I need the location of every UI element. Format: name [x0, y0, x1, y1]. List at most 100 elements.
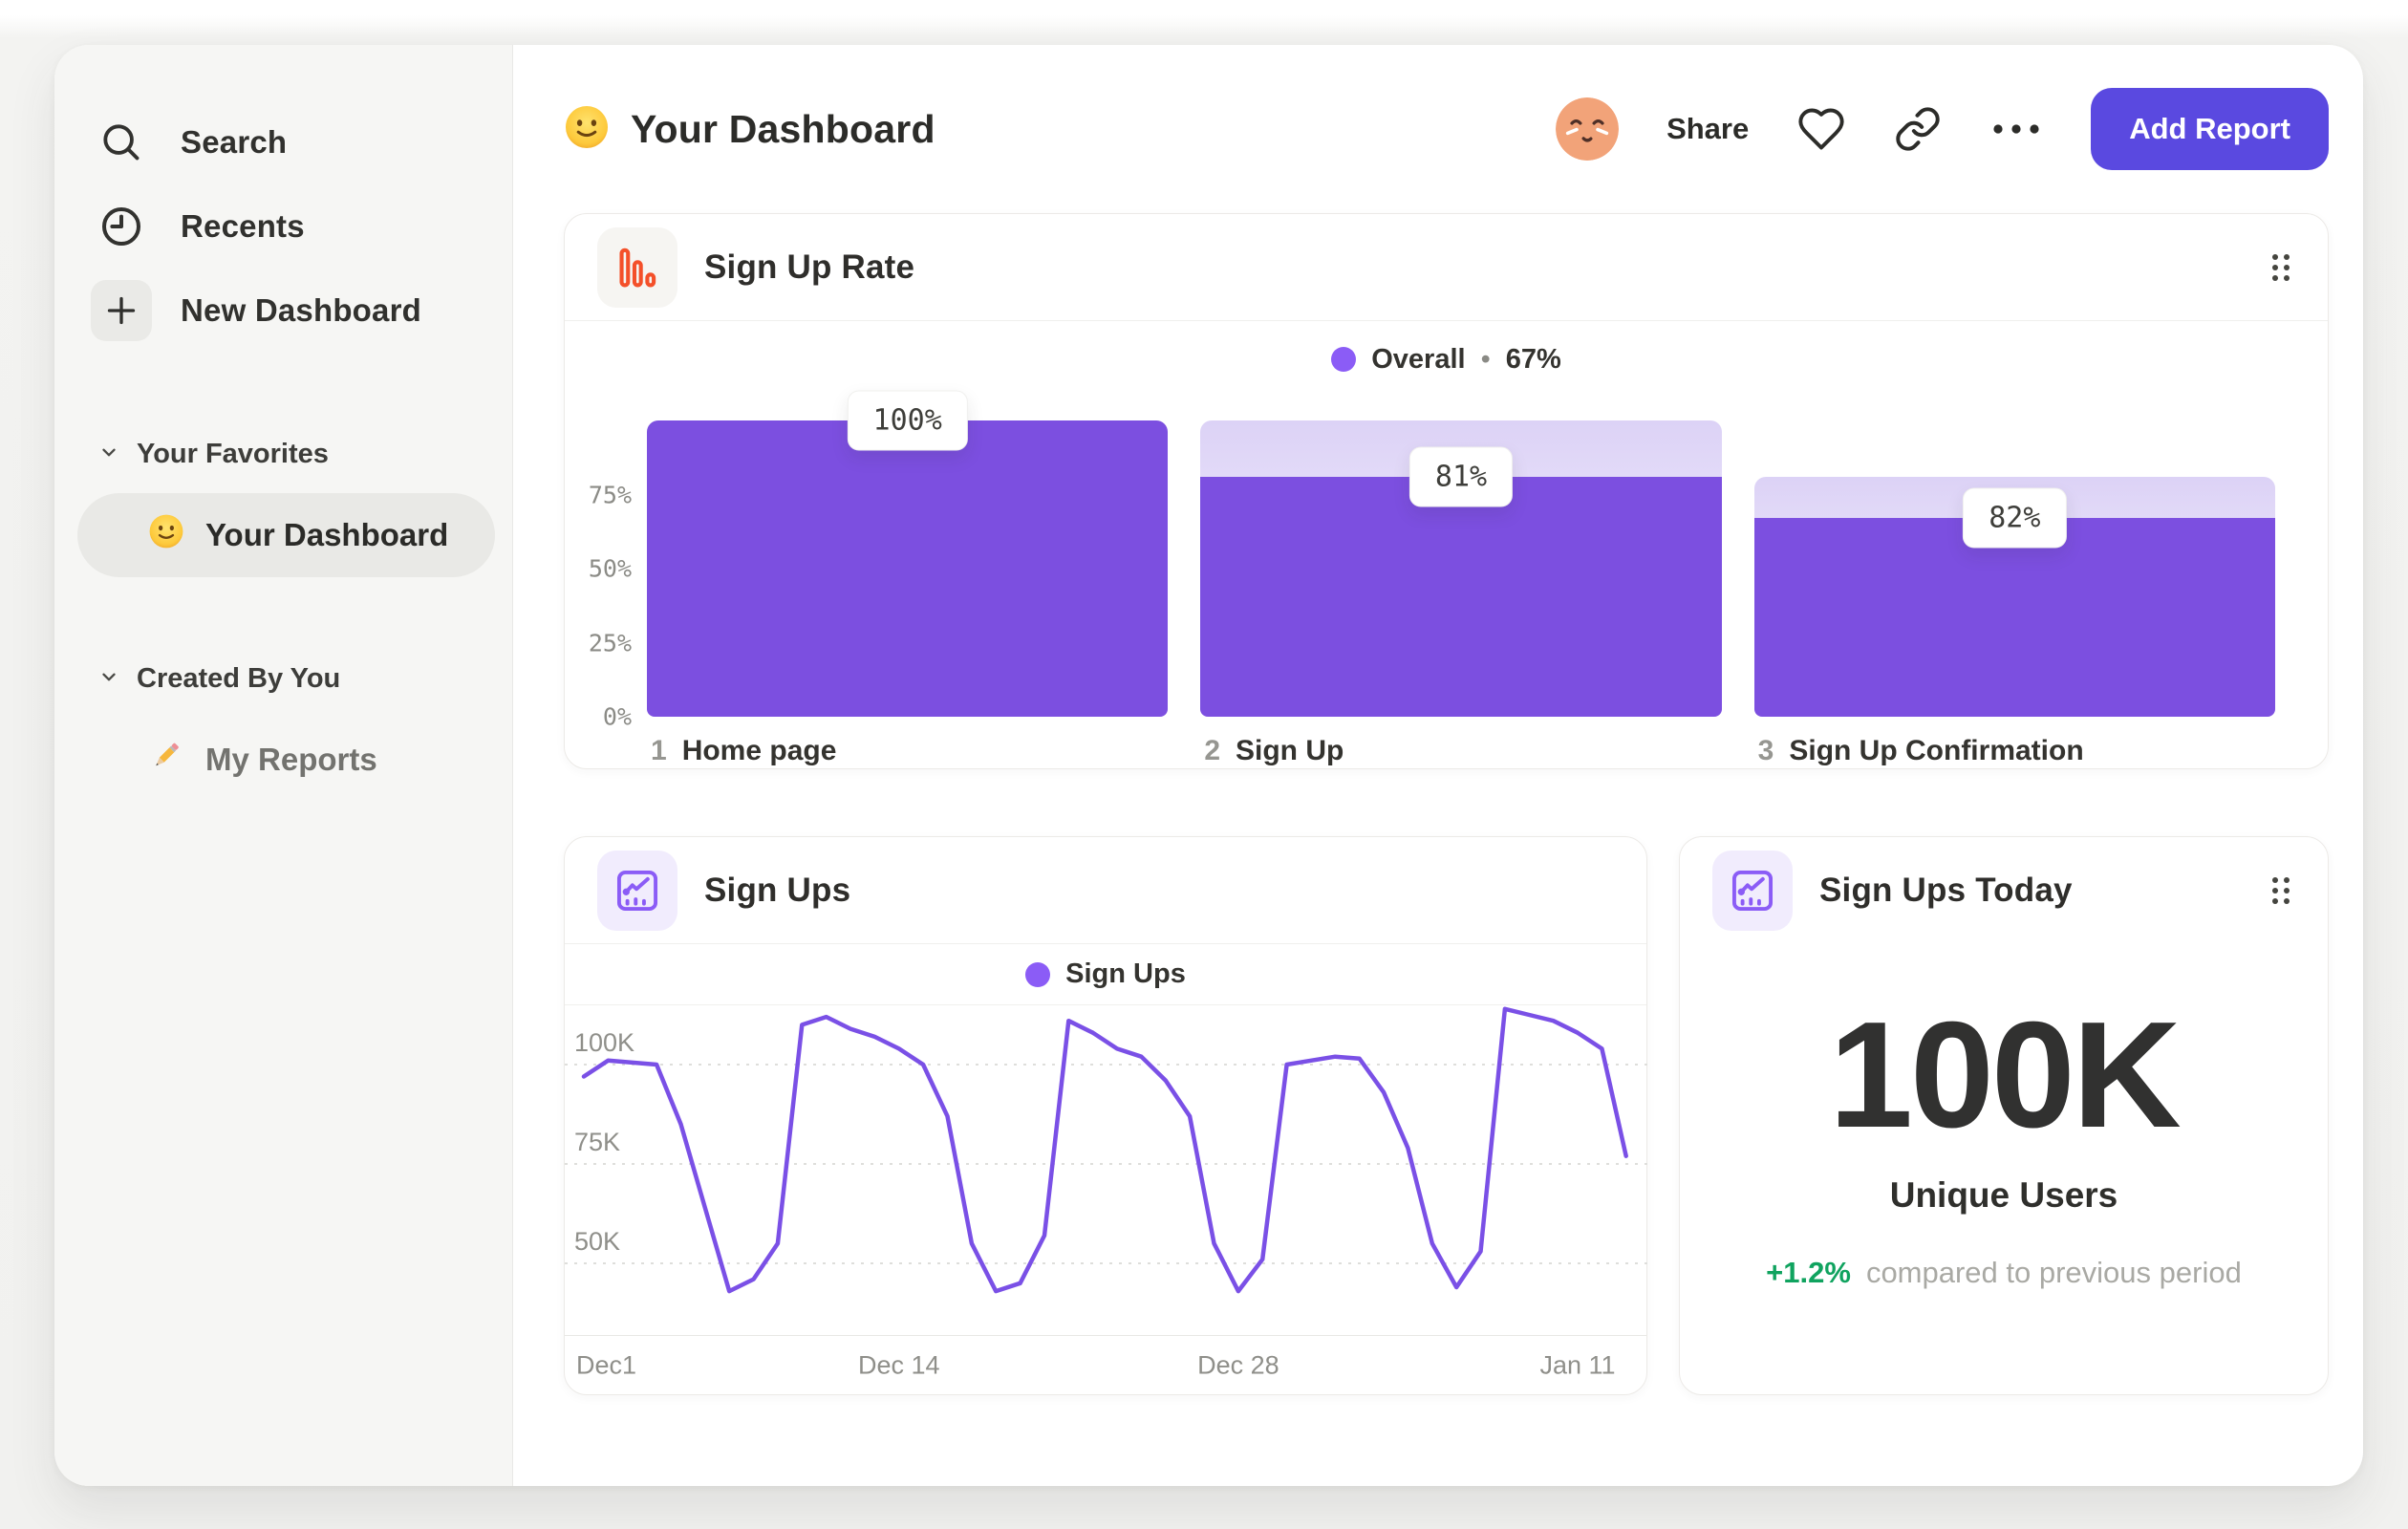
card-title: Sign Up Rate	[704, 248, 915, 286]
created-section-header[interactable]: Created By You	[91, 663, 489, 695]
y-tick: 75%	[588, 481, 632, 508]
sidebar-item-recents[interactable]: Recents	[91, 184, 489, 269]
smiley-emoji	[148, 513, 184, 557]
dashboard-header: Your Dashboard Share Add Report	[514, 45, 2363, 213]
card-title: Sign Ups Today	[1819, 872, 2073, 909]
funnel-y-axis: 75% 50% 25% 0%	[572, 420, 647, 731]
sign-ups-line-chart[interactable]: 100K 75K 50K	[565, 1005, 1648, 1335]
title-group: Your Dashboard	[564, 104, 935, 155]
funnel-step-label: 3 Sign Up Confirmation	[1754, 717, 2275, 786]
x-tick-label: Jan 11	[1539, 1350, 1616, 1379]
step-name: Home page	[681, 735, 837, 766]
card-header: Sign Ups Today	[1680, 837, 2328, 944]
card-header: Sign Ups	[565, 837, 1646, 944]
favorite-heart-icon[interactable]	[1796, 104, 1846, 154]
main-area: Your Dashboard Share Add Report Sign Up …	[514, 45, 2363, 1486]
pencil-emoji	[148, 738, 184, 782]
step-number: 2	[1204, 735, 1221, 766]
clock-icon	[91, 196, 152, 257]
line-x-axis: Dec1 Dec 14 Dec 28 Jan 11	[565, 1335, 1646, 1394]
x-tick-label: Dec1	[576, 1350, 637, 1379]
sidebar-item-label: Search	[181, 124, 288, 160]
share-button[interactable]: Share	[1666, 112, 1749, 146]
legend-separator: •	[1480, 343, 1491, 375]
created-by-you-section: Created By You My Reports	[91, 663, 489, 802]
sign-up-rate-card: Sign Up Rate Overall • 67% 75% 50% 25% 0…	[564, 213, 2329, 769]
funnel-step-sign-up: 81% 2 Sign Up	[1200, 390, 1722, 786]
chevron-down-icon	[98, 441, 119, 467]
funnel-bar[interactable]: 81%	[1200, 420, 1722, 717]
sidebar-item-label: Recents	[181, 208, 305, 244]
funnel-bar-converted	[1200, 476, 1722, 717]
drag-handle-icon[interactable]	[2267, 872, 2295, 910]
chevron-down-icon	[98, 666, 119, 692]
funnel-chart-icon	[597, 226, 677, 308]
y-tick-label: 75K	[574, 1128, 621, 1156]
sign-ups-card: Sign Ups Sign Ups 100K 75K 50K Dec1 Dec 14 D…	[564, 836, 1648, 1395]
metric-delta: +1.2%	[1766, 1256, 1851, 1289]
y-tick: 0%	[602, 702, 632, 731]
funnel-chart: 75% 50% 25% 0% 100% 1 Home page 81% 2 Si…	[565, 390, 2328, 786]
more-options-icon[interactable]	[1989, 117, 2043, 141]
funnel-step-label: 1 Home page	[647, 717, 1168, 786]
x-tick-label: Dec 14	[857, 1350, 940, 1379]
plus-icon	[91, 280, 152, 341]
smiley-emoji	[564, 104, 610, 155]
step-name: Sign Up	[1236, 735, 1344, 766]
add-report-button[interactable]: Add Report	[2091, 88, 2329, 170]
funnel-value-label: 81%	[1408, 446, 1514, 507]
sidebar-item-your-dashboard[interactable]: Your Dashboard	[77, 493, 495, 577]
card-title: Sign Ups	[704, 871, 851, 909]
funnel-value-label: 100%	[847, 390, 968, 451]
lower-cards-row: Sign Ups Sign Ups 100K 75K 50K Dec1 Dec 14 D…	[564, 836, 2329, 1395]
y-tick: 50%	[588, 554, 632, 583]
metric-label: Unique Users	[1889, 1175, 2118, 1215]
funnel-bar[interactable]: 82%	[1753, 420, 2275, 717]
line-chart-icon	[597, 850, 677, 931]
line-chart-icon	[1712, 851, 1793, 931]
step-number: 3	[1757, 735, 1774, 766]
card-header: Sign Up Rate	[565, 214, 2328, 321]
signups-series-line	[581, 1006, 1628, 1294]
funnel-step-sign-up-confirmation: 82% 3 Sign Up Confirmation	[1753, 390, 2275, 786]
drag-handle-icon[interactable]	[2267, 248, 2295, 287]
sidebar-item-new-dashboard[interactable]: New Dashboard	[91, 269, 489, 353]
header-actions: Share Add Report	[1556, 88, 2329, 170]
sidebar: Search Recents New Dashboard Your Favori…	[54, 45, 513, 1486]
y-tick-label: 50K	[574, 1227, 621, 1256]
legend-value: 67%	[1505, 343, 1561, 375]
favorites-section-header[interactable]: Your Favorites	[91, 439, 489, 470]
funnel-bar[interactable]: 100%	[647, 390, 1169, 717]
sidebar-item-my-reports[interactable]: My Reports	[77, 718, 495, 802]
funnel-columns: 100% 1 Home page 81% 2 Sign Up 82% 3 Sig…	[647, 390, 2275, 786]
dashboard-content: Sign Up Rate Overall • 67% 75% 50% 25% 0…	[514, 213, 2363, 1395]
legend-label: Overall	[1371, 343, 1466, 375]
sign-ups-today-card: Sign Ups Today 100K Unique Users +1.2% c…	[1679, 836, 2329, 1395]
sidebar-item-label: New Dashboard	[181, 292, 421, 328]
sidebar-item-label: My Reports	[205, 742, 377, 777]
step-number: 1	[651, 735, 667, 766]
favorites-section: Your Favorites Your Dashboard	[77, 439, 495, 577]
funnel-step-label: 2 Sign Up	[1200, 717, 1721, 786]
y-tick: 25%	[588, 629, 632, 657]
legend-dot	[1331, 347, 1357, 372]
section-title: Created By You	[137, 663, 341, 694]
metric-delta-note: compared to previous period	[1865, 1256, 2242, 1289]
metric-body: 100K Unique Users +1.2% compared to prev…	[1680, 944, 2328, 1394]
section-title: Your Favorites	[137, 439, 329, 469]
metric-value: 100K	[1829, 991, 2182, 1159]
app-window: Search Recents New Dashboard Your Favori…	[54, 45, 2363, 1486]
sidebar-item-search[interactable]: Search	[91, 100, 489, 184]
x-tick-label: Dec 28	[1197, 1350, 1279, 1379]
line-legend: Sign Ups	[565, 944, 1646, 1005]
copy-link-icon[interactable]	[1894, 105, 1942, 153]
legend-label: Sign Ups	[1065, 958, 1186, 989]
step-name: Sign Up Confirmation	[1789, 735, 2084, 766]
sidebar-item-label: Your Dashboard	[205, 517, 449, 552]
y-tick-label: 100K	[574, 1028, 635, 1057]
funnel-legend: Overall • 67%	[565, 329, 2328, 390]
avatar[interactable]	[1556, 97, 1620, 161]
funnel-bar-total	[647, 420, 1169, 717]
funnel-step-home-page: 100% 1 Home page	[647, 390, 1169, 786]
funnel-bar-converted	[647, 420, 1169, 717]
